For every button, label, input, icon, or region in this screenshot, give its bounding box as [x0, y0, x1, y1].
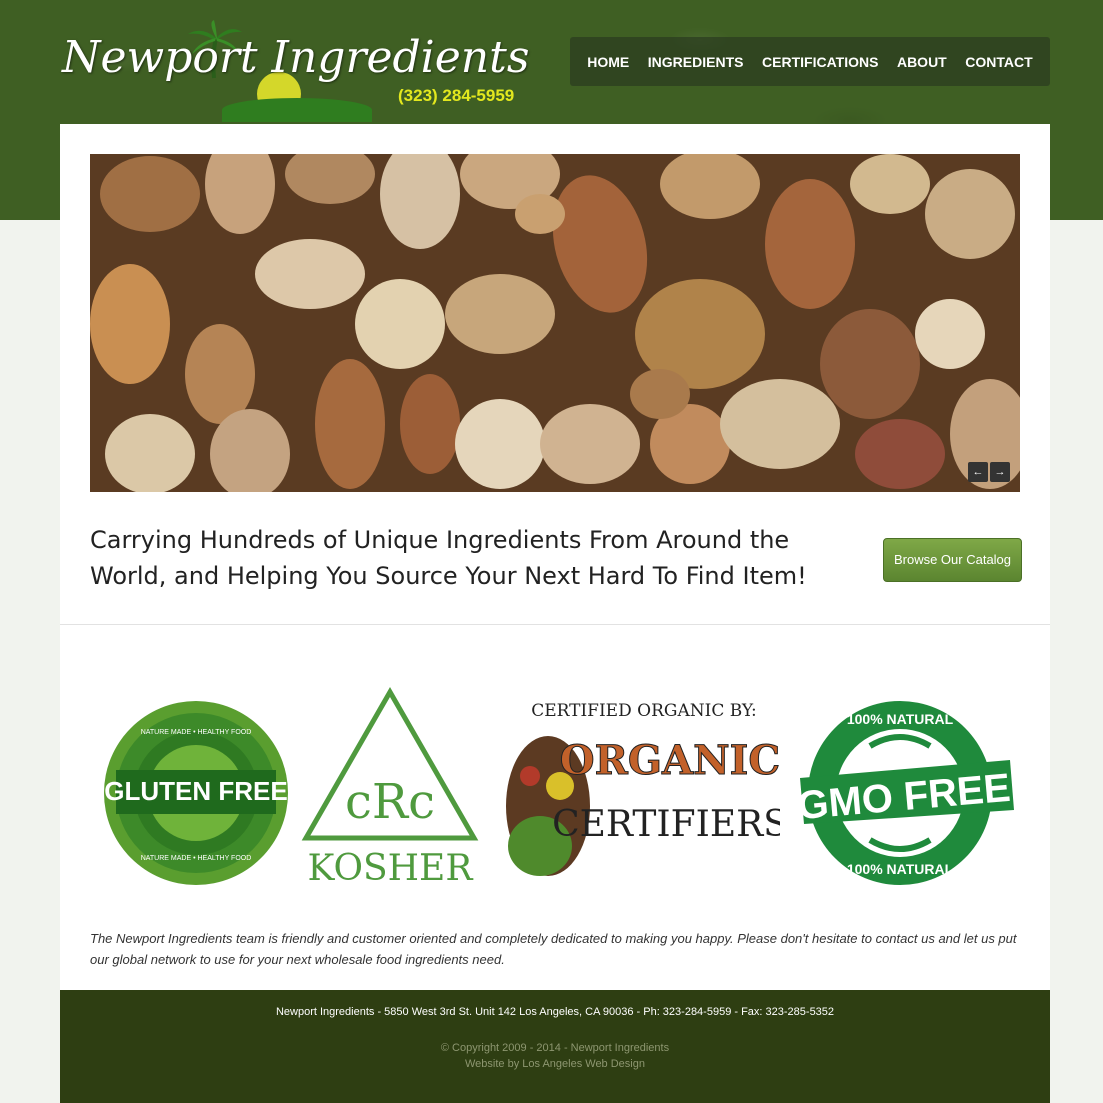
gluten-ring-bottom: NATURE MADE • HEALTHY FOOD [141, 855, 252, 862]
about-blurb: The Newport Ingredients team is friendly… [90, 931, 1017, 967]
footer-address: Newport Ingredients - 5850 West 3rd St. … [275, 1006, 835, 1018]
gmo-free-badge: GMO FREE 100% NATURAL 100% NATURAL [800, 701, 1014, 885]
tagline: Carrying Hundreds of Unique Ingredients … [90, 526, 807, 590]
footer-copyright-block: © Copyright 2009 - 2014 - Newport Ingred… [60, 1040, 1050, 1072]
gluten-free-badge: GLUTEN FREE NATURE MADE • HEALTHY FOOD N… [104, 701, 288, 885]
organic-word: ORGANIC [560, 737, 780, 784]
footer-copyright: © Copyright 2009 - 2014 - Newport Ingred… [440, 1042, 670, 1054]
gluten-free-title: GLUTEN FREE [104, 776, 287, 806]
slider-prev-button[interactable]: ← [968, 462, 988, 482]
organic-heading: CERTIFIED ORGANIC BY: [531, 701, 757, 721]
content-panel: ← → Carrying Hundreds of Unique Ingredie… [60, 124, 1050, 990]
kosher-label: KOSHER [308, 848, 474, 886]
gmo-ring-bottom: 100% NATURAL [847, 861, 954, 877]
section-divider [60, 624, 1050, 625]
browse-catalog-button[interactable]: Browse Our Catalog [883, 538, 1022, 582]
mixed-nuts-photo [90, 154, 1020, 492]
site-logo[interactable]: Newport Ingredients (323) 284-5959 [62, 20, 532, 122]
footer-credit-link[interactable]: Website by Los Angeles Web Design [60, 1056, 1050, 1072]
certifiers-word: CERTIFIERS [552, 804, 780, 845]
nav-ingredients[interactable]: INGREDIENTS [648, 54, 744, 70]
organic-certifiers-badge: CERTIFIED ORGANIC BY: ORGANIC CERTIFIERS [506, 701, 780, 876]
slider-next-button[interactable]: → [990, 462, 1010, 482]
logo-text: Newport Ingredients [62, 32, 530, 83]
nav-home[interactable]: HOME [587, 54, 629, 70]
nav-contact[interactable]: CONTACT [965, 54, 1032, 70]
nav-certifications[interactable]: CERTIFICATIONS [762, 54, 878, 70]
header-phone[interactable]: (323) 284-5959 [398, 86, 514, 106]
gluten-ring-top: NATURE MADE • HEALTHY FOOD [141, 729, 252, 736]
nav-about[interactable]: ABOUT [897, 54, 947, 70]
kosher-badge: cRc KOSHER [301, 686, 479, 886]
hero-slider[interactable]: ← → [90, 154, 1020, 492]
logo-hill-icon [222, 98, 372, 122]
gmo-ring-top: 100% NATURAL [847, 711, 954, 727]
site-footer: Newport Ingredients - 5850 West 3rd St. … [60, 990, 1050, 1103]
crc-mark: cRc [345, 774, 435, 830]
main-nav: HOME INGREDIENTS CERTIFICATIONS ABOUT CO… [570, 37, 1050, 86]
